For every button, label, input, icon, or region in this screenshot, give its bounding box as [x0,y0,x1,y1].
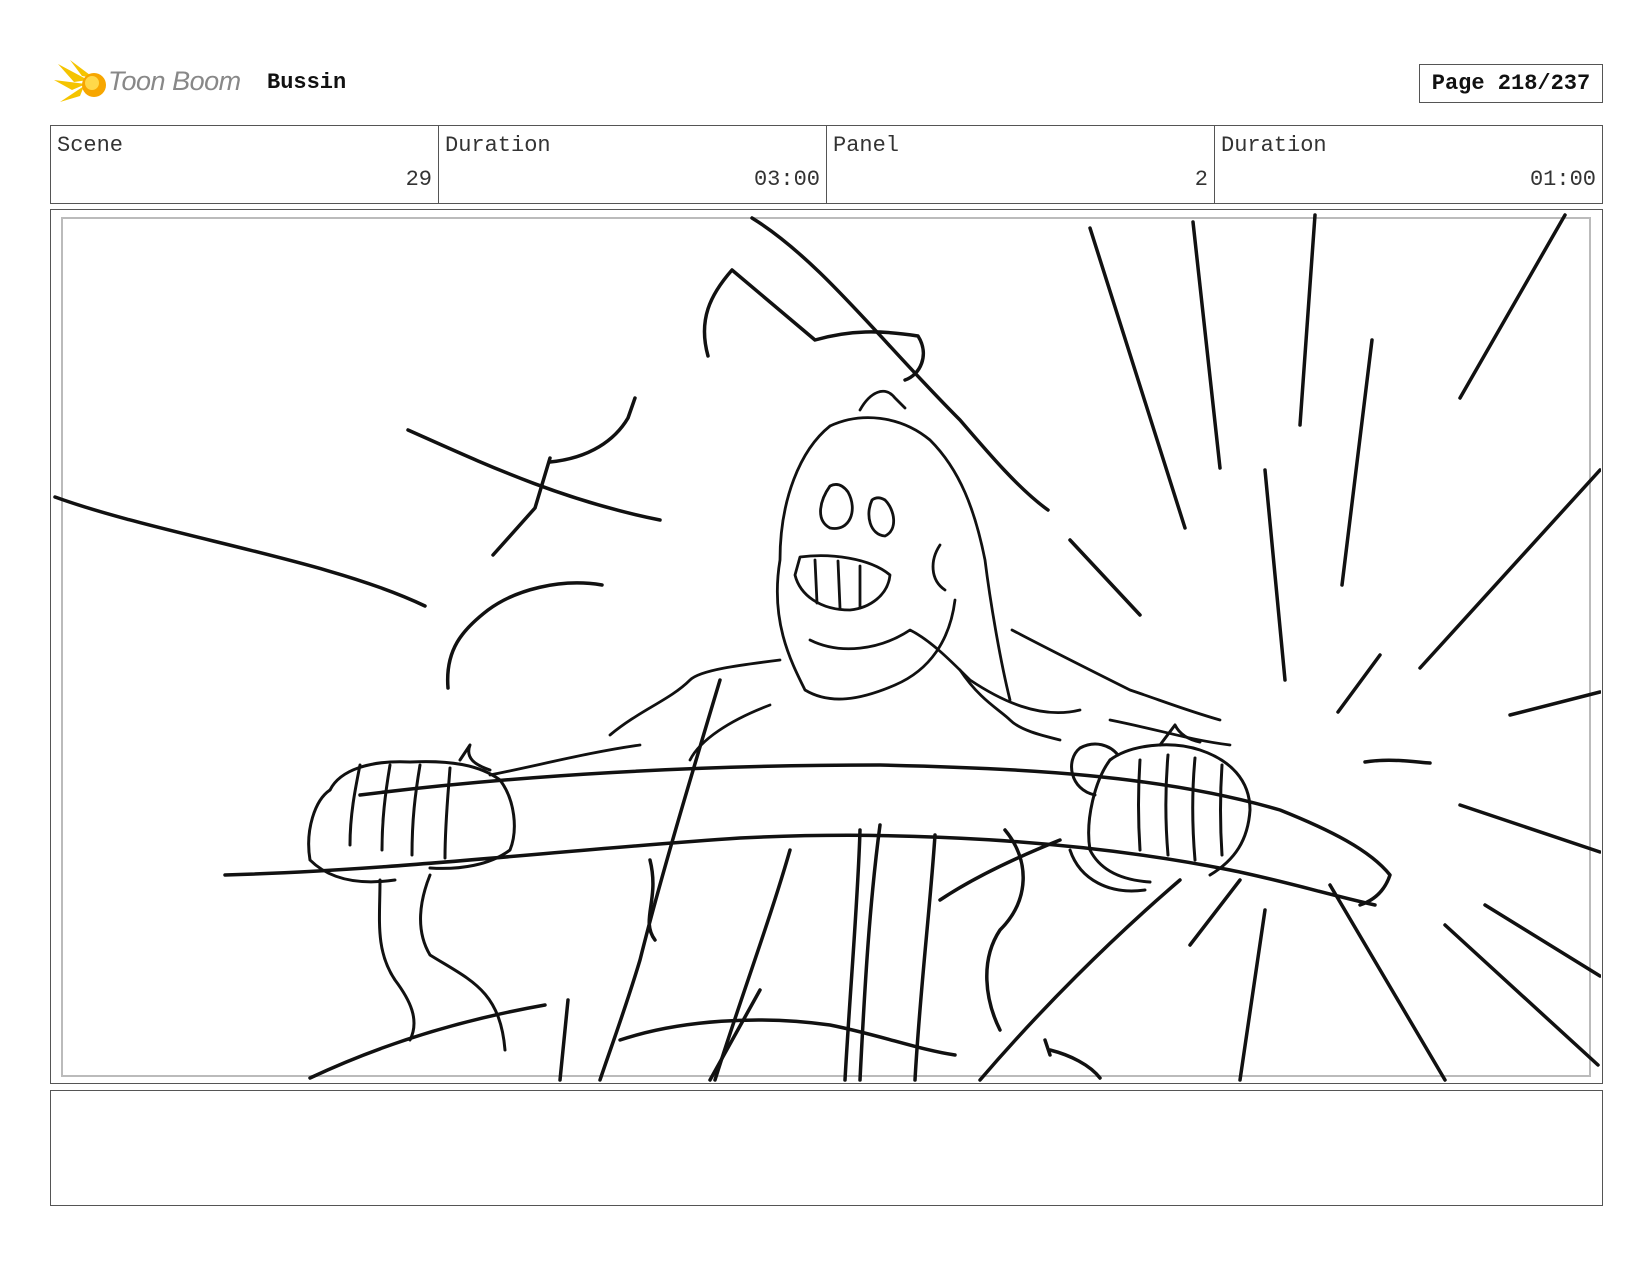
panel-notes-box [50,1090,1603,1206]
storyboard-sketch [53,213,1601,1082]
